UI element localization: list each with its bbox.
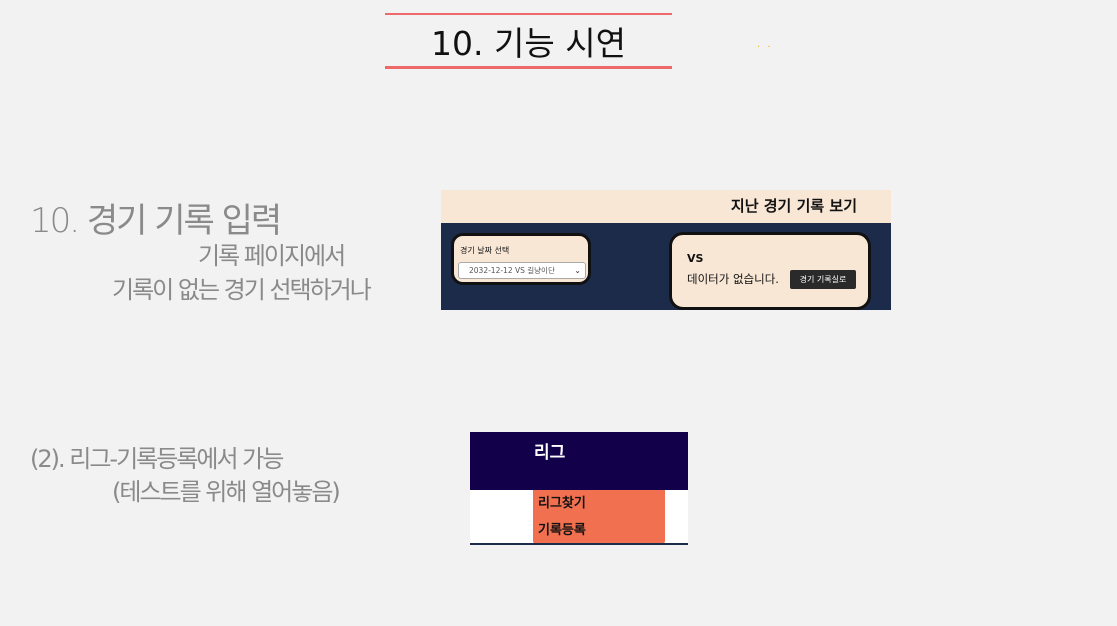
league-nav-header[interactable]: 리그: [470, 432, 688, 490]
league-dropdown-menu: 리그찾기 기록등록: [533, 490, 665, 544]
go-to-record-room-button[interactable]: 경기 기록실로: [790, 270, 856, 289]
record-page-screenshot: 지난 경기 기록 보기 경기 날짜 선택 2032-12-12 VS 길냥이단 …: [441, 190, 891, 310]
slide-title: 10. 기능 시연: [385, 13, 672, 69]
date-select-card: 경기 날짜 선택 2032-12-12 VS 길냥이단 ⌄: [451, 233, 591, 285]
method-2-text: (2). 리그-기록등록에서 가능: [30, 445, 284, 473]
divider: [470, 543, 688, 545]
date-select-label: 경기 날짜 선택: [460, 246, 510, 255]
league-menu-screenshot: 리그 리그찾기 기록등록: [470, 432, 688, 545]
decorative-dots: · ·: [757, 42, 773, 53]
game-date-value: 2032-12-12 VS 길냥이단: [469, 266, 555, 275]
menu-item-register-record[interactable]: 기록등록: [533, 517, 665, 544]
record-data-card: VS 데이터가 없습니다. 경기 기록실로: [669, 232, 871, 310]
section-subtext-2: 기록이 없는 경기 선택하거나: [112, 276, 372, 304]
vs-label: VS: [687, 252, 704, 265]
game-date-select[interactable]: 2032-12-12 VS 길냥이단 ⌄: [458, 262, 586, 279]
chevron-down-icon: ⌄: [574, 266, 581, 275]
slide-title-text: 10. 기능 시연: [431, 23, 626, 63]
section-subtext-1: 기록 페이지에서: [198, 242, 346, 270]
section-heading: 10. 경기 기록 입력: [30, 201, 282, 241]
no-data-message: 데이터가 없습니다.: [687, 272, 779, 286]
method-2-note: (테스트를 위해 열어놓음): [112, 478, 341, 506]
menu-item-find-league[interactable]: 리그찾기: [533, 490, 665, 517]
past-records-header: 지난 경기 기록 보기: [441, 190, 891, 223]
